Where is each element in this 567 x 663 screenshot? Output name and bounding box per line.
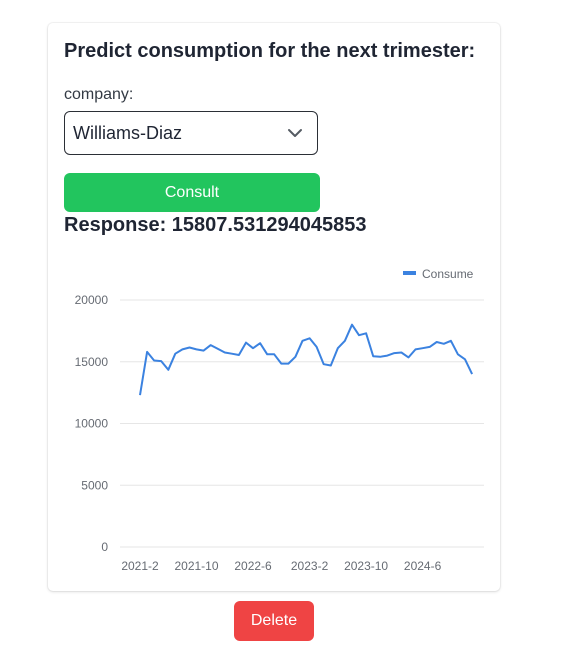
y-tick-label: 5000	[81, 478, 108, 492]
x-tick-label: 2023-2	[291, 559, 329, 573]
prediction-card: Predict consumption for the next trimest…	[48, 23, 500, 591]
y-tick-label: 15000	[75, 355, 109, 369]
x-tick-label: 2023-10	[344, 559, 388, 573]
legend-label: Consume	[422, 267, 474, 281]
series-line-consume	[139, 323, 474, 396]
consumption-chart: 0 5000 10000 15000 20000 2021-2 2021-10 2022-6…	[75, 267, 484, 573]
x-tick-label: 2021-10	[174, 559, 218, 573]
x-tick-label: 2022-6	[234, 559, 272, 573]
y-tick-label: 0	[101, 540, 108, 554]
delete-button[interactable]: Delete	[234, 601, 314, 641]
y-tick-label: 20000	[75, 293, 109, 307]
y-tick-label: 10000	[75, 417, 109, 431]
x-tick-label: 2024-6	[404, 559, 442, 573]
legend-swatch	[403, 271, 416, 275]
x-tick-label: 2021-2	[121, 559, 159, 573]
